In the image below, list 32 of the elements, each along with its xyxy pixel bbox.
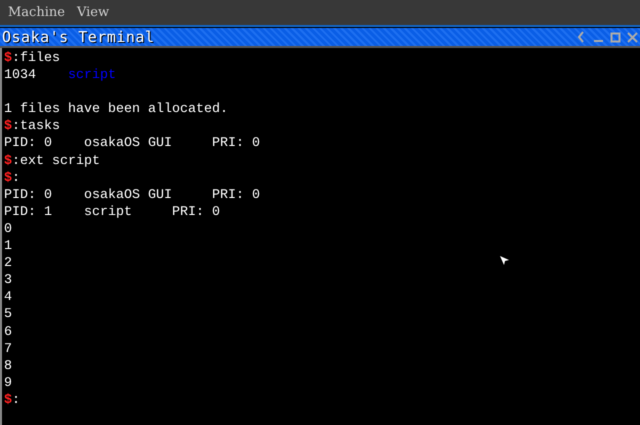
close-icon[interactable] — [627, 31, 638, 43]
command-text: :tasks — [12, 118, 60, 136]
output-text: 4 — [4, 289, 12, 306]
prompt-symbol: $ — [4, 118, 12, 136]
command-text: :files — [12, 50, 60, 68]
command-text: : — [12, 392, 20, 409]
output-text: 5 — [4, 306, 12, 324]
menu-item[interactable]: View — [72, 5, 118, 20]
output-text: 0 — [4, 220, 12, 238]
window-title: Osaka's Terminal — [2, 28, 154, 46]
mouse-cursor-icon — [500, 256, 510, 266]
output-text: 8 — [4, 358, 12, 375]
command-text: :ext script — [12, 152, 100, 170]
output-text: 2 — [4, 255, 12, 272]
output-text: PID: 1 script PRI: 0 — [4, 204, 220, 221]
prompt-symbol: $ — [4, 50, 12, 68]
output-text: 1 files have been allocated. — [4, 101, 228, 118]
output-text: script — [68, 67, 116, 84]
output-text: 1034 — [4, 67, 37, 84]
prompt-symbol: $ — [4, 152, 12, 170]
output-text: 1 — [4, 238, 12, 256]
command-text: : — [12, 170, 20, 187]
maximize-icon[interactable] — [610, 31, 621, 43]
output-text: 3 — [4, 272, 12, 290]
output-text: PID: 0 osakaOS GUI PRI: 0 — [4, 186, 260, 204]
prompt-symbol: $ — [4, 392, 12, 409]
output-text: 7 — [4, 340, 12, 358]
prompt-symbol: $ — [4, 170, 12, 187]
output-text: PID: 0 osakaOS GUI PRI: 0 — [4, 135, 260, 153]
output-text: 6 — [4, 324, 12, 341]
output-text: 9 — [4, 374, 12, 392]
menu-item[interactable]: Machine — [4, 5, 73, 20]
